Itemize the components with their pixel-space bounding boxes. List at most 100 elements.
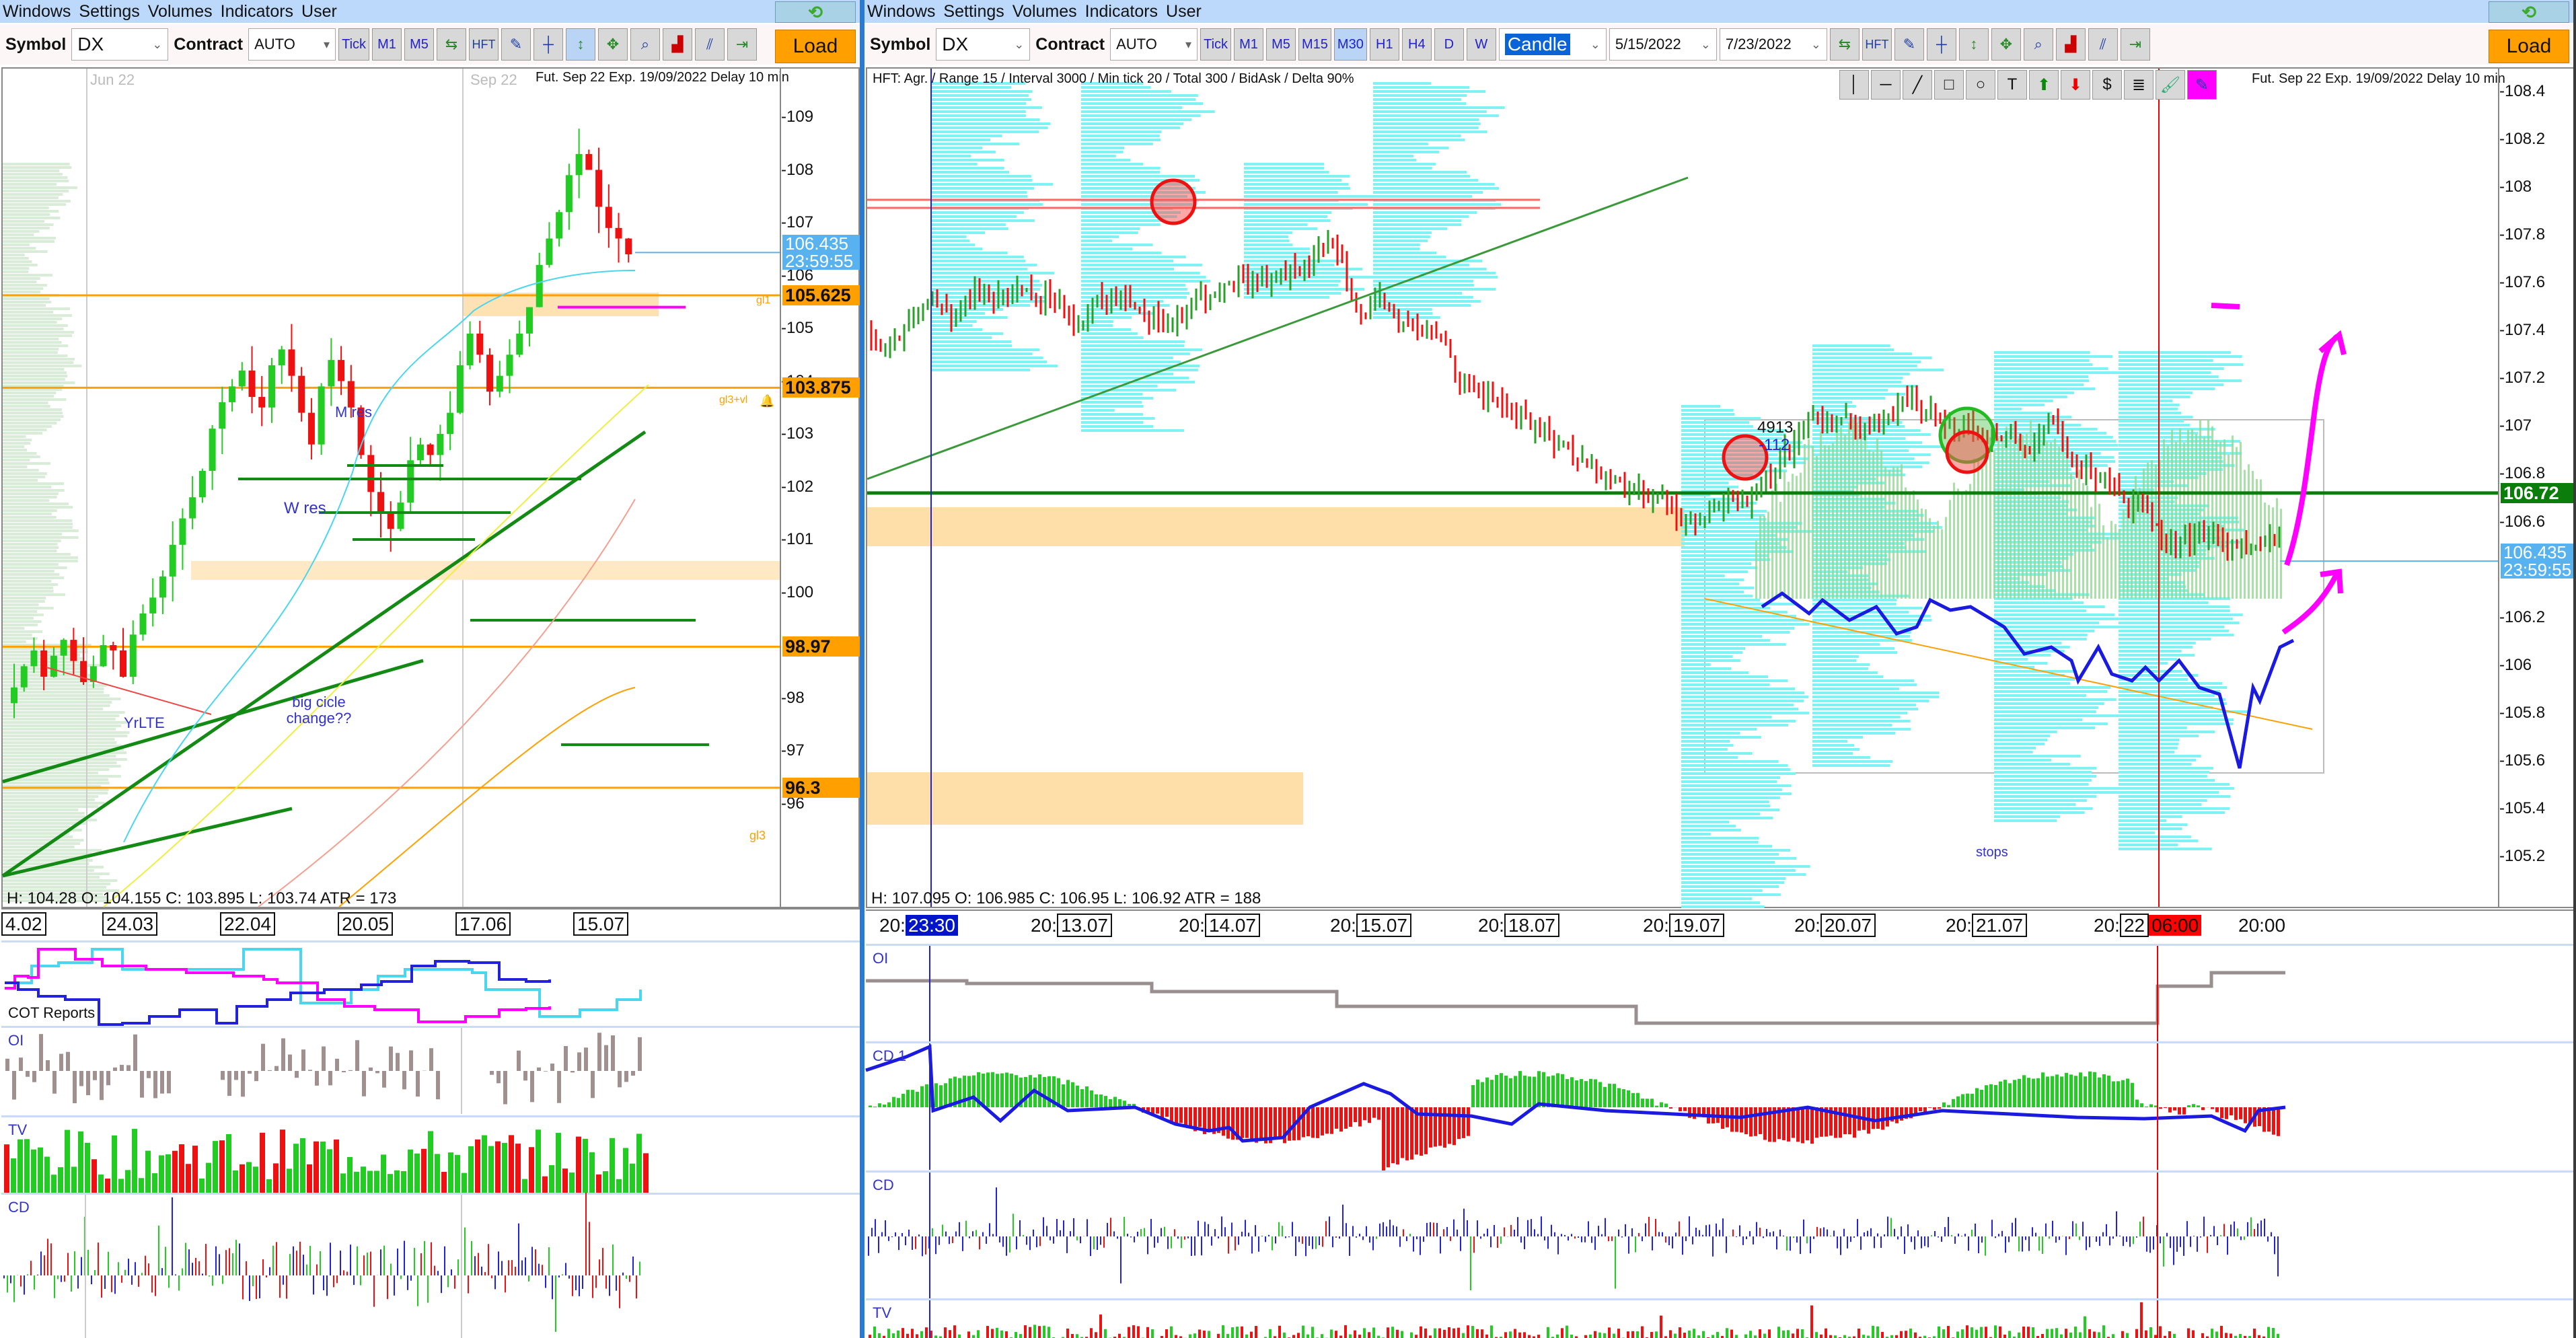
session-profile-bar bbox=[1373, 183, 1495, 186]
trend-line-icon[interactable]: ╱ bbox=[1903, 70, 1932, 100]
tv-panel-left[interactable]: TV bbox=[1, 1115, 860, 1193]
zoom-icon[interactable]: ⌕ bbox=[630, 28, 661, 61]
symbol-select[interactable]: DX ⌄ bbox=[936, 28, 1031, 61]
menu-indicators[interactable]: Indicators bbox=[221, 2, 293, 22]
volume-bar bbox=[495, 1141, 501, 1193]
timeframe-m15[interactable]: M15 bbox=[1298, 28, 1331, 61]
timeframe-m30[interactable]: M30 bbox=[1333, 28, 1367, 61]
oi-panel-right[interactable]: OI bbox=[866, 944, 2573, 1041]
hft-button[interactable]: HFT bbox=[1862, 28, 1892, 61]
sync-icon[interactable]: ⇆ bbox=[1829, 28, 1860, 61]
timeframe-w[interactable]: W bbox=[1466, 28, 1496, 61]
fit-vertical-icon[interactable]: ↕ bbox=[1958, 28, 1989, 61]
rectangle-icon[interactable]: □ bbox=[1934, 70, 1964, 100]
measure-icon[interactable]: ⇥ bbox=[2120, 28, 2150, 61]
volume-profile-icon[interactable]: ▟ bbox=[2055, 28, 2086, 61]
refresh-icon[interactable]: ⟲ bbox=[775, 1, 856, 23]
left-price-axis[interactable]: -109-108-107-106-105-104-103-102-101-100… bbox=[780, 69, 860, 907]
delta-icon[interactable]: ⫽ bbox=[2088, 28, 2118, 61]
menu-settings[interactable]: Settings bbox=[79, 2, 139, 22]
volume-bar bbox=[1415, 1335, 1418, 1338]
menu-windows[interactable]: Windows bbox=[3, 2, 71, 22]
date-from-picker[interactable]: 5/15/2022 ⌄ bbox=[1609, 28, 1717, 61]
session-profile-bar bbox=[2119, 783, 2230, 786]
text-icon[interactable]: T bbox=[1997, 70, 2027, 100]
load-button[interactable]: Load bbox=[775, 30, 856, 63]
load-button[interactable]: Load bbox=[2489, 30, 2569, 63]
session-profile-bar bbox=[1081, 348, 1203, 351]
ellipse-icon[interactable]: ○ bbox=[1966, 70, 1995, 100]
right-price-axis[interactable]: -108.4 -108.2 -108 -107.8 -107.6 -107.4 -107.2… bbox=[2498, 69, 2573, 907]
left-date-axis[interactable]: 4.02 24.03 22.04 20.05 17.06 15.07 bbox=[1, 908, 860, 938]
pencil-icon[interactable]: ✎ bbox=[2187, 70, 2217, 100]
volume-bar bbox=[1905, 1331, 1907, 1338]
timeframe-m1[interactable]: M1 bbox=[1234, 28, 1264, 61]
zoom-icon[interactable]: ⌕ bbox=[2023, 28, 2053, 61]
crosshair-icon[interactable]: ┼ bbox=[1926, 28, 1956, 61]
volume-at-price-bar bbox=[2215, 440, 2217, 599]
tv-panel-right[interactable]: TV bbox=[866, 1298, 2573, 1338]
menu-volumes[interactable]: Volumes bbox=[148, 2, 213, 22]
session-profile-bar bbox=[1081, 106, 1183, 109]
crosshair-icon[interactable]: ┼ bbox=[533, 28, 564, 61]
timeframe-h4[interactable]: H4 bbox=[1401, 28, 1432, 61]
fit-all-icon[interactable]: ✥ bbox=[598, 28, 628, 61]
horizontal-line-icon[interactable]: ─ bbox=[1871, 70, 1901, 100]
oi-panel-left[interactable]: OI bbox=[1, 1026, 860, 1114]
chart-type-select[interactable]: Candle ⌄ bbox=[1498, 28, 1607, 61]
pencil-icon[interactable]: ✎ bbox=[501, 28, 531, 61]
timeframe-h1[interactable]: H1 bbox=[1369, 28, 1399, 61]
contract-select[interactable]: AUTO ▾ bbox=[1110, 28, 1198, 61]
refresh-icon[interactable]: ⟲ bbox=[2489, 1, 2569, 23]
menu-user[interactable]: User bbox=[301, 2, 337, 22]
timeframe-d[interactable]: D bbox=[1434, 28, 1464, 61]
cd-panel-right[interactable]: CD bbox=[866, 1170, 2573, 1299]
volume-bar bbox=[549, 1165, 554, 1193]
cot-reports-panel[interactable]: COT Reports bbox=[1, 940, 860, 1026]
symbol-select[interactable]: DX ⌄ bbox=[71, 28, 169, 61]
menu-volumes[interactable]: Volumes bbox=[1013, 2, 1077, 22]
vertical-line-icon[interactable]: │ bbox=[1839, 70, 1869, 100]
arrow-down-icon[interactable]: ⬇ bbox=[2061, 70, 2090, 100]
volume-profile-bar bbox=[3, 469, 39, 472]
cd-panel-left[interactable]: CD bbox=[1, 1192, 860, 1338]
timeframe-tick[interactable]: Tick bbox=[338, 28, 370, 61]
right-date-axis[interactable]: 20: 23:30 20: 13.07 20: 14.07 20: 15.07 20: 18.07… bbox=[866, 909, 2573, 940]
menu-user[interactable]: User bbox=[1166, 2, 1202, 22]
right-price-chart[interactable]: HFT: Agr. / Range 15 / Interval 3000 / M… bbox=[866, 67, 2573, 928]
fib-icon[interactable]: ≣ bbox=[2124, 70, 2154, 100]
timeframe-tick[interactable]: Tick bbox=[1200, 28, 1232, 61]
contract-select[interactable]: AUTO ▾ bbox=[248, 28, 336, 61]
delta-icon[interactable]: ⫽ bbox=[695, 28, 725, 61]
left-price-chart[interactable]: Jun 22 Sep 22 Fut. Sep 22 Exp. 19/09/202… bbox=[1, 67, 860, 908]
timeframe-m5[interactable]: M5 bbox=[404, 28, 435, 61]
measure-icon[interactable]: ⇥ bbox=[727, 28, 758, 61]
arrow-up-icon[interactable]: ⬆ bbox=[2029, 70, 2059, 100]
session-profile-bar bbox=[1081, 122, 1183, 125]
volume-profile-icon[interactable]: ▟ bbox=[663, 28, 693, 61]
fit-vertical-icon[interactable]: ↕ bbox=[566, 28, 596, 61]
timeframe-m1[interactable]: M1 bbox=[372, 28, 402, 61]
cd1-panel[interactable]: CD 1 bbox=[865, 1041, 2573, 1172]
oi-bar bbox=[268, 1070, 272, 1071]
session-profile-bar bbox=[2119, 609, 2230, 612]
menu-windows[interactable]: Windows bbox=[867, 2, 935, 22]
dollar-icon[interactable]: $ bbox=[2092, 70, 2122, 100]
sync-icon[interactable]: ⇆ bbox=[437, 28, 467, 61]
menu-indicators[interactable]: Indicators bbox=[1085, 2, 1158, 22]
volume-at-price-bar bbox=[1905, 487, 1907, 599]
menu-settings[interactable]: Settings bbox=[943, 2, 1004, 22]
pencil-icon[interactable]: ✎ bbox=[1894, 28, 1924, 61]
session-profile-bar bbox=[2119, 436, 2212, 439]
hft-button[interactable]: HFT bbox=[469, 28, 499, 61]
session-profile-bar bbox=[1812, 486, 1858, 488]
timeframe-m5[interactable]: M5 bbox=[1266, 28, 1296, 61]
alert-bell-icon[interactable]: 🔔 bbox=[760, 394, 774, 408]
brush-icon[interactable]: 🖌 bbox=[2156, 70, 2185, 100]
session-profile-bar bbox=[1373, 122, 1481, 125]
fit-all-icon[interactable]: ✥ bbox=[1991, 28, 2021, 61]
delta-histogram-bar bbox=[2046, 1076, 2049, 1107]
volume-bar bbox=[334, 1139, 339, 1193]
date-to-picker[interactable]: 7/23/2022 ⌄ bbox=[1719, 28, 1827, 61]
volume-bar bbox=[576, 1136, 581, 1193]
